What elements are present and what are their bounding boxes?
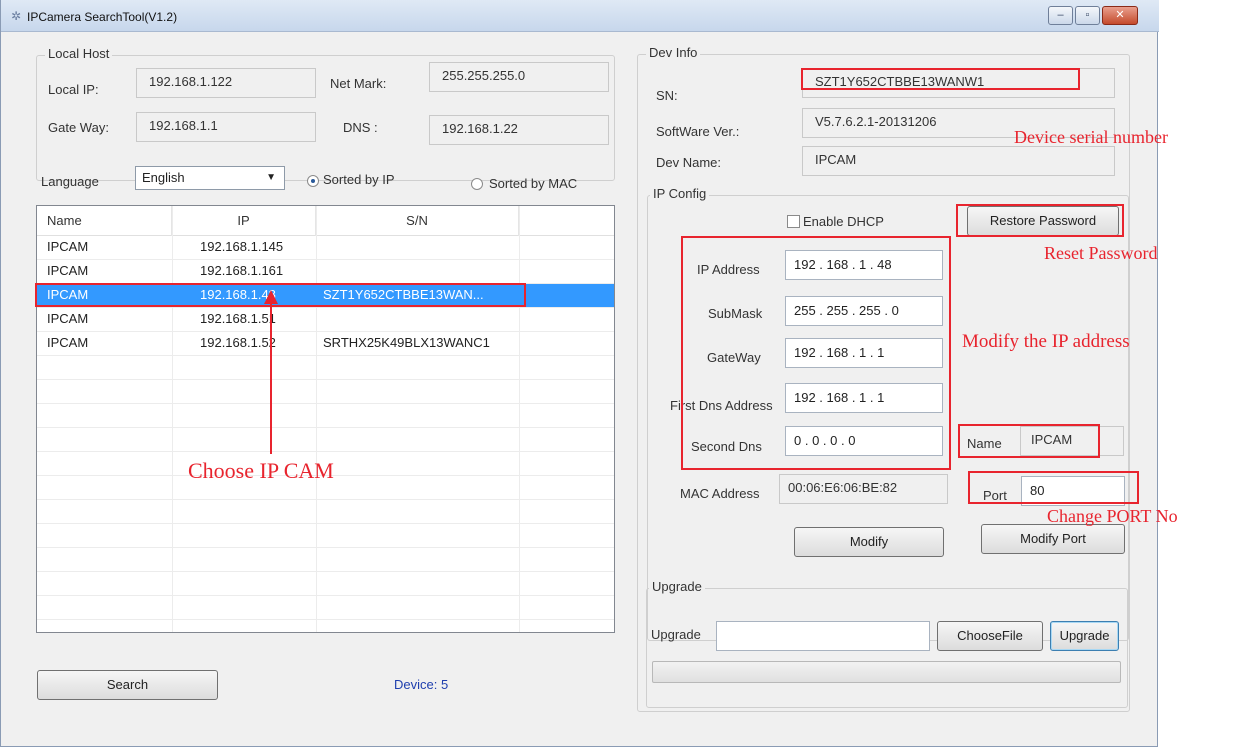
port-highlight-box (968, 471, 1139, 504)
local-ip-label: Local IP: (48, 82, 99, 97)
device-list-header: Name IP S/N (37, 206, 614, 236)
table-cell-sn: SRTHX25K49BLX13WANC1 (323, 335, 490, 350)
table-cell-ip: 192.168.1.161 (200, 263, 284, 278)
table-row[interactable] (37, 572, 614, 596)
language-select[interactable]: English ▼ (135, 166, 285, 190)
sorted-by-mac-radio[interactable] (471, 178, 483, 190)
table-cell-name: IPCAM (47, 311, 89, 326)
table-cell-ip: 192.168.1.52 (200, 335, 276, 350)
search-button[interactable]: Search (37, 670, 218, 700)
annotation-choose-ip-cam: Choose IP CAM (188, 458, 334, 483)
upgrade-title: Upgrade (649, 579, 705, 594)
table-row[interactable] (37, 500, 614, 524)
annotation-device-serial-number: Device serial number (1014, 127, 1168, 147)
dev-name-field: IPCAM (802, 146, 1115, 176)
table-row[interactable] (37, 356, 614, 380)
modify-port-button[interactable]: Modify Port (981, 524, 1125, 554)
local-host-group-label: Local Host (45, 46, 113, 61)
table-row[interactable] (37, 524, 614, 548)
enable-dhcp-label[interactable]: Enable DHCP (803, 214, 884, 229)
gateway-field: 192.168.1.1 (136, 112, 316, 142)
enable-dhcp-checkbox[interactable] (787, 215, 800, 228)
upgrade-button[interactable]: Upgrade (1050, 621, 1119, 651)
modify-button[interactable]: Modify (794, 527, 944, 557)
dev-name-label: Dev Name: (656, 155, 722, 170)
mac-address-field: 00:06:E6:06:BE:82 (779, 474, 948, 504)
table-cell-name: IPCAM (47, 239, 89, 254)
ip-config-group-label: IP Config (650, 186, 710, 201)
table-row[interactable]: IPCAM 192.168.1.51 (37, 308, 614, 332)
table-row[interactable] (37, 548, 614, 572)
table-cell-ip: 192.168.1.145 (200, 239, 284, 254)
column-header-name[interactable]: Name (37, 206, 172, 236)
dns-field: 192.168.1.22 (429, 115, 609, 145)
upgrade-file-input[interactable] (716, 621, 930, 651)
language-label: Language (41, 174, 99, 189)
sn-highlight-box (801, 68, 1080, 90)
choose-file-button[interactable]: ChooseFile (937, 621, 1043, 651)
window-title: IPCamera SearchTool(V1.2) (27, 10, 178, 24)
sorted-by-mac-label[interactable]: Sorted by MAC (489, 176, 577, 191)
annotation-change-port: Change PORT No (1047, 506, 1178, 526)
table-row[interactable] (37, 428, 614, 452)
table-cell-name: IPCAM (47, 335, 89, 350)
column-header-sn[interactable]: S/N (316, 206, 519, 236)
table-cell-ip: 192.168.1.51 (200, 311, 276, 326)
title-bar: ✲ IPCamera SearchTool(V1.2) – ▫ ✕ (1, 0, 1159, 32)
restore-password-highlight-box (956, 204, 1124, 237)
chevron-down-icon: ▼ (266, 172, 276, 183)
language-select-value: English (142, 170, 185, 185)
table-row[interactable]: IPCAM 192.168.1.145 (37, 236, 614, 260)
table-row[interactable] (37, 380, 614, 404)
dev-info-group-label: Dev Info (646, 45, 701, 60)
sn-label: SN: (656, 88, 678, 103)
column-header-ip[interactable]: IP (172, 206, 316, 236)
selected-row-highlight-box (35, 283, 526, 307)
minimize-button[interactable]: – (1048, 6, 1073, 25)
upgrade-progress-bar (652, 661, 1121, 683)
net-mark-field: 255.255.255.0 (429, 62, 609, 92)
sorted-by-ip-label[interactable]: Sorted by IP (323, 172, 395, 187)
gateway-label: Gate Way: (48, 120, 109, 135)
app-icon: ✲ (11, 9, 22, 23)
software-version-label: SoftWare Ver.: (656, 124, 740, 139)
arrow-shaft (270, 300, 272, 454)
table-row[interactable]: IPCAM 192.168.1.52 SRTHX25K49BLX13WANC1 (37, 332, 614, 356)
device-count: Device: 5 (394, 677, 449, 692)
sorted-by-ip-radio[interactable] (307, 175, 319, 187)
maximize-button[interactable]: ▫ (1075, 6, 1100, 25)
name-highlight-box (958, 424, 1100, 458)
table-row[interactable] (37, 404, 614, 428)
table-row[interactable] (37, 596, 614, 620)
device-list[interactable]: Name IP S/N IPCAM 192.168.1.145 IPCAM 192.1… (36, 205, 615, 633)
dns-label: DNS : (343, 120, 378, 135)
close-button[interactable]: ✕ (1102, 6, 1138, 25)
net-mark-label: Net Mark: (330, 76, 387, 91)
upgrade-row-label: Upgrade (651, 627, 701, 642)
local-ip-field: 192.168.1.122 (136, 68, 316, 98)
mac-address-label: MAC Address (680, 486, 760, 501)
ip-fields-highlight-box (681, 236, 951, 470)
annotation-reset-password: Reset Password (1044, 243, 1158, 263)
annotation-modify-ip: Modify the IP address (962, 331, 1130, 352)
table-row[interactable]: IPCAM 192.168.1.161 (37, 260, 614, 284)
table-cell-name: IPCAM (47, 263, 89, 278)
